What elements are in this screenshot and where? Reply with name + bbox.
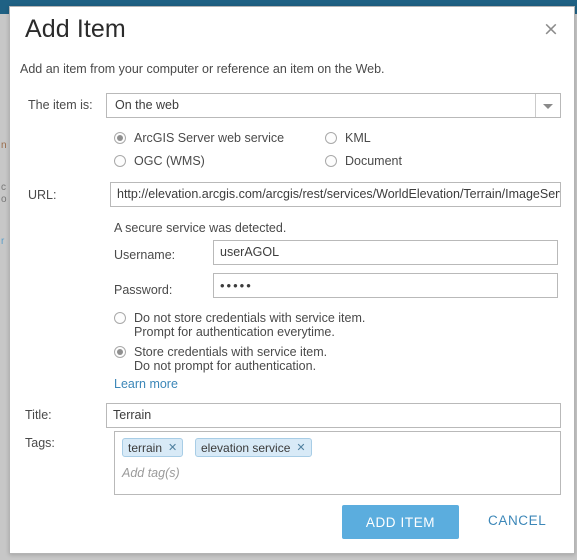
chevron-down-icon[interactable] [535,94,560,117]
title-input[interactable]: Terrain [106,403,561,428]
remove-tag-icon[interactable]: ✕ [296,441,305,454]
dialog-subtitle: Add an item from your computer or refere… [20,62,385,76]
item-is-label: The item is: [28,98,93,112]
url-input[interactable]: http://elevation.arcgis.com/arcgis/rest/… [110,182,561,207]
radio-label: OGC (WMS) [134,154,205,168]
password-label: Password: [114,283,173,297]
tag-label: elevation service [201,440,291,455]
tag-chip[interactable]: terrain ✕ [122,438,184,457]
radio-kml[interactable]: KML [325,131,371,145]
radio-indicator [325,132,337,144]
tags-input-box[interactable]: terrain ✕ elevation service ✕ Add tag(s) [114,431,561,495]
radio-label-line1: Store credentials with service item. [134,345,328,359]
tag-chip[interactable]: elevation service ✕ [195,438,312,457]
radio-indicator [114,155,126,167]
username-input[interactable]: userAGOL [213,240,558,265]
add-item-dialog: Add Item × Add an item from your compute… [9,6,575,554]
radio-label-line1: Do not store credentials with service it… [134,311,366,325]
password-input[interactable]: ••••• [213,273,558,298]
radio-label: Do not store credentials with service it… [134,311,365,339]
secure-service-note: A secure service was detected. [114,221,287,235]
close-icon[interactable]: × [540,18,562,40]
learn-more-link[interactable]: Learn more [114,377,178,391]
dialog-title: Add Item [25,15,126,43]
url-label: URL: [28,188,57,202]
tag-label: terrain [128,440,163,455]
tags-label: Tags: [25,436,55,450]
radio-arcgis-server-web-service[interactable]: ArcGIS Server web service [114,131,284,145]
radio-indicator [114,132,126,144]
radio-indicator [114,346,126,358]
cancel-button[interactable]: CANCEL [488,513,546,528]
radio-label: Store credentials with service item. Do … [134,345,327,373]
item-type-select-value: On the web [115,98,179,112]
radio-label: KML [345,131,371,145]
radio-indicator [325,155,337,167]
radio-ogc-wms[interactable]: OGC (WMS) [114,154,205,168]
radio-label-line2: Prompt for authentication everytime. [134,325,335,339]
username-label: Username: [114,248,176,262]
radio-store-credentials[interactable]: Store credentials with service item. Do … [114,345,327,373]
remove-tag-icon[interactable]: ✕ [168,441,177,454]
radio-do-not-store-credentials[interactable]: Do not store credentials with service it… [114,311,365,339]
title-label: Title: [25,408,52,422]
radio-label-line2: Do not prompt for authentication. [134,359,317,373]
add-item-button[interactable]: ADD ITEM [342,505,459,539]
tags-placeholder: Add tag(s) [122,466,180,480]
radio-document[interactable]: Document [325,154,402,168]
radio-label: Document [345,154,402,168]
radio-indicator [114,312,126,324]
radio-label: ArcGIS Server web service [134,131,285,145]
item-type-select[interactable]: On the web [106,93,561,118]
